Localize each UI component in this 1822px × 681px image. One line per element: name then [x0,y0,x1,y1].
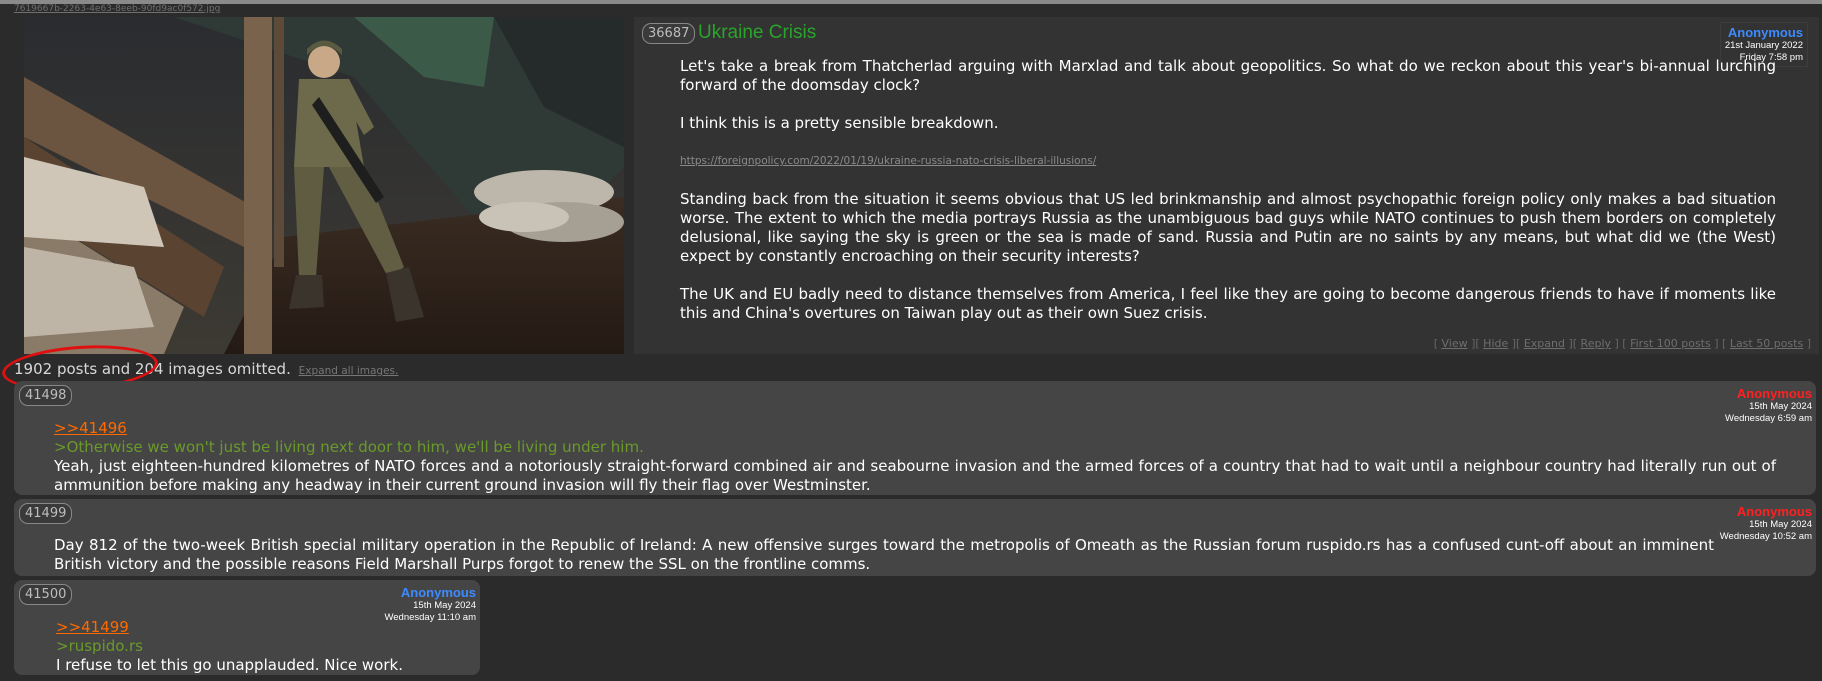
reply-author: Anonymous [400,585,476,600]
expand-all-images-link[interactable]: Expand all images. [299,365,399,377]
reply-date: 15th May 2024 [1749,519,1812,530]
post-number-badge[interactable]: 41500 [19,584,73,605]
reply-body: >>41496 >Otherwise we won't just be livi… [54,419,1776,495]
quote-link[interactable]: >>41496 [54,419,1776,438]
op-body: Let's take a break from Thatcherlad argu… [680,57,1776,342]
hide-link[interactable]: Hide [1483,337,1508,350]
quote-link[interactable]: >>41499 [56,618,466,637]
external-link[interactable]: https://foreignpolicy.com/2022/01/19/ukr… [680,152,1776,171]
op-author: Anonymous [1727,25,1803,40]
thread-actions: [ View ][ Hide ][ Expand ][ Reply ] [ Fi… [1433,337,1811,350]
reply-body: >>41499 >ruspido.rs I refuse to let this… [56,618,466,675]
reply-text: I refuse to let this go unapplauded. Nic… [56,656,403,674]
reply-date: 15th May 2024 [413,600,476,611]
reply-text: Yeah, just eighteen-hundred kilometres o… [54,457,1776,494]
op-paragraph: Let's take a break from Thatcherlad argu… [680,57,1776,94]
first-100-link[interactable]: First 100 posts [1630,337,1711,350]
reply-text: Day 812 of the two-week British special … [54,536,1714,573]
reply-author: Anonymous [1736,386,1812,401]
reply-time: Wednesday 10:52 am [1719,531,1812,542]
op-date: 21st January 2022 [1724,40,1803,51]
post-number-badge[interactable]: 41498 [19,385,73,406]
op-paragraph: The UK and EU badly need to distance the… [680,285,1776,322]
greentext-quote: >Otherwise we won't just be living next … [54,438,644,456]
image-filename-link[interactable]: 7619667b-2263-4e63-8eeb-90fd9ac0f572.jpg [14,4,220,14]
reply-post: 41498 Anonymous 15th May 2024 Wednesday … [14,381,1816,495]
reply-body: Day 812 of the two-week British special … [54,536,1714,574]
reply-author: Anonymous [1736,504,1812,519]
op-paragraph: Standing back from the situation it seem… [680,190,1776,265]
op-post: 36687 Ukraine Crisis Anonymous 21st Janu… [634,17,1819,354]
reply-post: 41500 Anonymous 15th May 2024 Wednesday … [14,580,480,675]
expand-link[interactable]: Expand [1524,337,1565,350]
op-paragraph: I think this is a pretty sensible breakd… [680,114,999,132]
last-50-link[interactable]: Last 50 posts [1730,337,1803,350]
view-link[interactable]: View [1441,337,1467,350]
reply-meta: Anonymous 15th May 2024 Wednesday 10:52 … [1720,504,1812,543]
reply-post: 41499 Anonymous 15th May 2024 Wednesday … [14,499,1816,576]
post-number-badge[interactable]: 36687 [642,23,696,44]
post-number-badge[interactable]: 41499 [19,503,73,524]
thread-title: Ukraine Crisis [698,22,817,43]
reply-date: 15th May 2024 [1749,401,1812,412]
greentext-quote: >ruspido.rs [56,637,143,655]
reply-link[interactable]: Reply [1581,337,1611,350]
soldier-photo [24,17,624,354]
top-bar [0,0,1822,4]
op-image[interactable] [24,17,624,354]
